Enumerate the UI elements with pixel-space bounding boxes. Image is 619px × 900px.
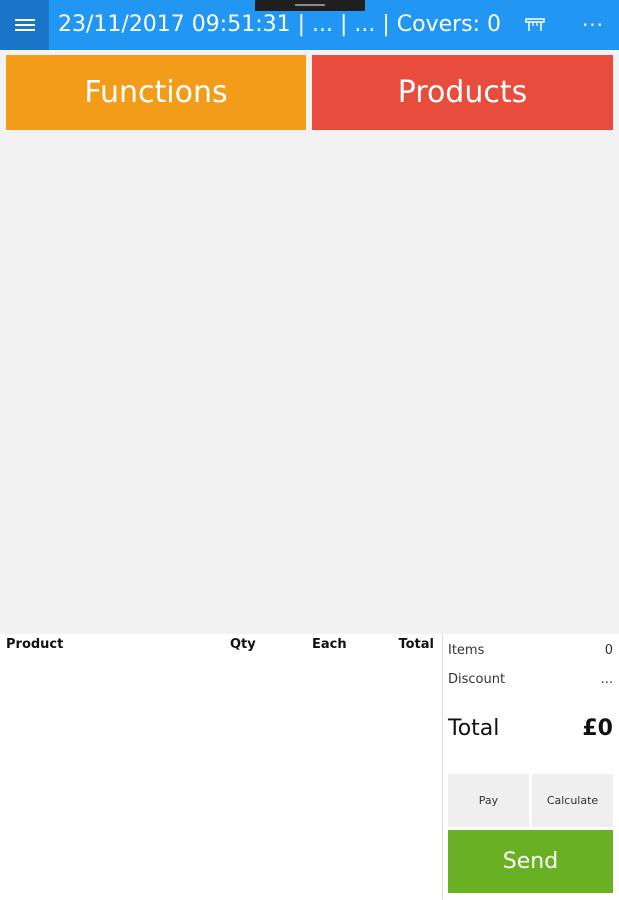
more-options-icon[interactable]: ··· — [578, 12, 608, 38]
order-summary-panel: Items 0 Discount ... Total £0 Pay Calcul… — [442, 634, 619, 900]
discount-row[interactable]: Discount ... — [448, 672, 613, 690]
functions-button[interactable]: Functions — [6, 55, 306, 130]
column-header-product: Product — [6, 637, 64, 652]
column-header-qty: Qty — [230, 637, 256, 652]
order-list-header: Product Qty Each Total — [0, 634, 442, 658]
order-list: Product Qty Each Total — [0, 634, 442, 900]
products-button[interactable]: Products — [312, 55, 613, 130]
menu-button[interactable] — [0, 0, 49, 50]
items-count: 0 — [604, 643, 613, 658]
total-label: Total — [448, 716, 500, 741]
calculate-button[interactable]: Calculate — [532, 774, 613, 827]
table-icon[interactable] — [523, 14, 547, 36]
items-row: Items 0 — [448, 643, 613, 661]
page-title: 23/11/2017 09:51:31 | ... | ... | Covers… — [58, 12, 502, 37]
column-header-total: Total — [398, 637, 434, 652]
discount-value: ... — [600, 672, 613, 687]
discount-label: Discount — [448, 672, 506, 687]
send-button[interactable]: Send — [448, 830, 613, 893]
hamburger-menu-icon — [14, 18, 35, 32]
window-drag-handle[interactable] — [255, 0, 365, 11]
pay-button[interactable]: Pay — [448, 774, 529, 827]
top-bar: 23/11/2017 09:51:31 | ... | ... | Covers… — [0, 0, 619, 50]
total-value: £0 — [582, 716, 613, 741]
items-label: Items — [448, 643, 485, 658]
total-row: Total £0 — [448, 716, 613, 746]
column-header-each: Each — [312, 637, 347, 652]
